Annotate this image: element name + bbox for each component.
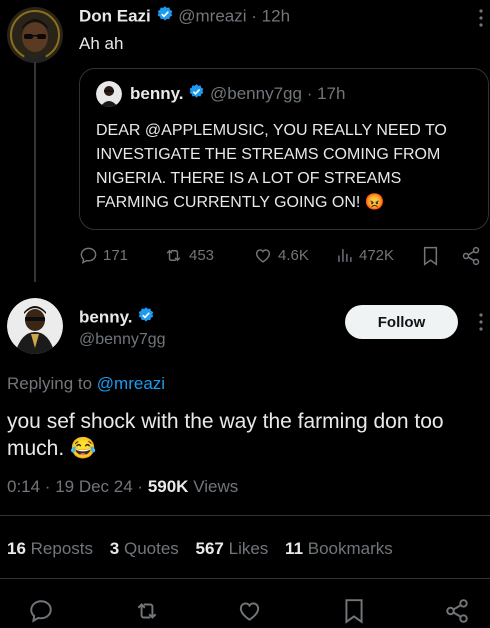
stat-likes[interactable]: 567 Likes xyxy=(196,539,274,558)
quoted-separator: · xyxy=(306,84,313,103)
meta-views-label: Views xyxy=(193,477,239,496)
views-action[interactable]: 472K xyxy=(335,246,394,265)
verified-icon xyxy=(188,83,205,106)
quoted-line-2: INVESTIGATE THE STREAMS COMING FROM xyxy=(96,146,441,163)
verified-icon xyxy=(156,5,174,29)
main-tweet-meta: 0:14 · 19 Dec 24 · 590K Views xyxy=(7,476,238,498)
like-action[interactable]: 4.6K xyxy=(253,246,309,265)
follow-button[interactable]: Follow xyxy=(345,305,458,339)
avatar-benny-image xyxy=(7,298,63,354)
repost-action[interactable]: 453 xyxy=(163,246,214,265)
avatar-benny[interactable] xyxy=(7,298,63,354)
quoted-display-name: benny. xyxy=(130,84,184,103)
top-tweet-display-name[interactable]: Don Eazi xyxy=(79,6,151,25)
divider-bottom xyxy=(0,578,490,579)
more-icon[interactable] xyxy=(476,312,486,332)
stat-bookmarks[interactable]: 11 Bookmarks xyxy=(285,539,393,558)
more-icon[interactable] xyxy=(476,8,486,28)
views-icon xyxy=(338,249,352,262)
quoted-line-4: FARMING CURRENTLY GOING ON! 😡 xyxy=(96,194,385,211)
like-icon[interactable] xyxy=(236,598,263,628)
repost-count: 453 xyxy=(189,247,215,264)
top-tweet-header: Don Eazi @mreazi · 12h xyxy=(79,5,290,29)
share-icon[interactable] xyxy=(444,598,470,628)
stat-quotes-count: 3 xyxy=(109,539,120,558)
bookmark-icon[interactable] xyxy=(343,598,365,628)
quoted-tweet-header: benny. @benny7gg · 17h xyxy=(130,83,345,106)
like-count: 4.6K xyxy=(278,247,309,264)
stat-reposts-count: 16 xyxy=(7,539,26,558)
repost-icon xyxy=(166,249,181,262)
quoted-line-3: NIGERIA. THERE IS A LOT OF STREAMS xyxy=(96,170,402,187)
like-icon xyxy=(255,249,271,263)
replying-prefix: Replying to xyxy=(7,374,93,393)
top-tweet-time[interactable]: 12h xyxy=(262,6,290,25)
reply-count: 171 xyxy=(103,247,129,264)
stat-reposts-label: Reposts xyxy=(30,539,94,558)
thread-line xyxy=(34,62,36,282)
verified-icon xyxy=(137,306,155,330)
quoted-handle: @benny7gg xyxy=(210,84,302,103)
stat-quotes[interactable]: 3 Quotes xyxy=(110,539,184,558)
reply-icon xyxy=(80,247,97,264)
quoted-tweet-body: DEAR @APPLEMUSIC, YOU REALLY NEED TO INV… xyxy=(96,119,447,215)
main-tweet-text-line-1: you sef shock with the way the farming d… xyxy=(7,410,444,433)
main-display-name-row: benny. xyxy=(79,306,155,330)
stat-quotes-label: Quotes xyxy=(123,539,179,558)
stat-likes-count: 567 xyxy=(195,539,224,558)
share-icon[interactable] xyxy=(461,246,481,271)
avatar-don-eazi[interactable] xyxy=(7,7,63,63)
top-tweet-text: Ah ah xyxy=(79,34,124,53)
views-count: 472K xyxy=(359,247,395,264)
stat-bookmarks-label: Bookmarks xyxy=(307,539,393,558)
stat-reposts[interactable]: 16 Reposts xyxy=(7,539,98,558)
replying-to: Replying to @mreazi xyxy=(7,373,165,395)
stats-row: 16 Reposts 3 Quotes 567 Likes 11 Bookmar… xyxy=(7,538,393,560)
repost-icon[interactable] xyxy=(133,598,161,628)
quoted-line-1: DEAR @APPLEMUSIC, YOU REALLY NEED TO xyxy=(96,122,447,139)
avatar-don-eazi-image xyxy=(7,7,63,63)
main-tweet-text: you sef shock with the way the farming d… xyxy=(7,408,444,462)
replying-handle-link[interactable]: @mreazi xyxy=(97,374,165,393)
main-display-name[interactable]: benny. xyxy=(79,307,133,326)
top-tweet-handle[interactable]: @mreazi xyxy=(178,6,246,25)
quoted-tweet[interactable]: benny. @benny7gg · 17h DEAR @APPLEMUSIC,… xyxy=(79,68,489,230)
bookmark-icon[interactable] xyxy=(422,246,439,271)
main-handle[interactable]: @benny7gg xyxy=(79,330,166,350)
meta-views-count: 590K xyxy=(147,477,189,496)
avatar-benny-small xyxy=(96,81,122,107)
reply-icon[interactable] xyxy=(28,598,54,628)
stat-bookmarks-count: 11 xyxy=(285,539,304,558)
quoted-time: 17h xyxy=(317,84,346,103)
stat-likes-label: Likes xyxy=(228,539,269,558)
main-tweet-text-line-2: much. 😂 xyxy=(7,437,97,460)
meta-time[interactable]: 0:14 · 19 Dec 24 · xyxy=(7,477,143,496)
divider-top xyxy=(0,515,490,516)
top-tweet-separator: · xyxy=(251,6,257,26)
reply-action[interactable]: 171 xyxy=(79,246,128,265)
